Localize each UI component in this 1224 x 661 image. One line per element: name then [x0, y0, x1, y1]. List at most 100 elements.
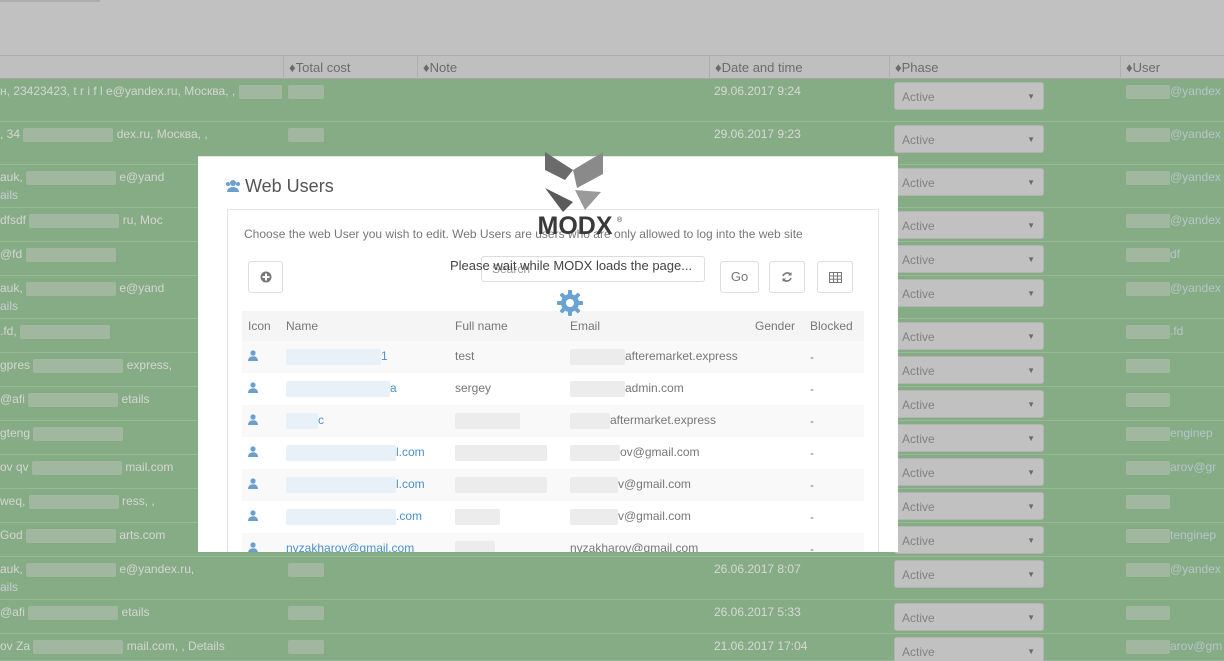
- add-user-button[interactable]: [248, 261, 283, 293]
- phase-select[interactable]: Active ▼: [894, 82, 1044, 110]
- user-email-cell: ov@gmail.com: [564, 437, 749, 469]
- user-row[interactable]: nyzakharov@gmail.com nyzakharov@gmail.com…: [242, 533, 864, 552]
- redacted-block: [28, 392, 119, 407]
- phase-select[interactable]: Active ▼: [894, 603, 1044, 631]
- table-header-row: Icon Name Full name Email Gender Blocked: [242, 311, 864, 341]
- th-gender[interactable]: Gender: [749, 311, 804, 341]
- th-full-name[interactable]: Full name: [449, 311, 564, 341]
- phase-select[interactable]: Active ▼: [894, 125, 1044, 153]
- phase-select[interactable]: Active ▼: [894, 168, 1044, 196]
- th-name[interactable]: Name: [280, 311, 449, 341]
- order-row[interactable]: auk, e@yandex.ru, ails 26.06.2017 8:07 Acti…: [0, 557, 1224, 600]
- redacted-block: [32, 460, 123, 475]
- chevron-down-icon: ▼: [1027, 536, 1035, 545]
- user-email: v@gmail.com: [618, 509, 691, 524]
- user-cell: @yandex: [1126, 84, 1224, 99]
- column-total-cost[interactable]: ♦Total cost: [283, 56, 417, 79]
- th-email[interactable]: Email: [564, 311, 749, 341]
- user-name-link[interactable]: nyzakharov@gmail.com: [286, 541, 414, 552]
- user-email: aftermarket.express: [610, 413, 717, 428]
- user-icon: [248, 478, 258, 489]
- phase-select[interactable]: Active ▼: [894, 322, 1044, 350]
- phase-value: Active: [902, 568, 935, 582]
- user-name-cell[interactable]: .com: [280, 501, 449, 533]
- redacted-block: [1126, 426, 1170, 441]
- user-name-link[interactable]: 1: [381, 349, 388, 363]
- gear-spinner-icon: [557, 290, 583, 316]
- user-row[interactable]: a sergey admin.com -: [242, 373, 864, 405]
- phase-select[interactable]: Active ▼: [894, 356, 1044, 384]
- user-name-link[interactable]: l.com: [396, 477, 425, 491]
- user-cell: [1126, 605, 1224, 620]
- phase-select[interactable]: Active ▼: [894, 492, 1044, 520]
- user-text: @yandex: [1170, 84, 1221, 98]
- phase-value: Active: [902, 611, 935, 625]
- user-icon-cell: [242, 501, 280, 533]
- orders-table-header: ♦Total cost ♦Note ♦Date and time ♦Phase …: [0, 56, 1224, 79]
- tab-edge: [0, 0, 100, 2]
- user-gender-cell: [749, 469, 804, 501]
- user-name-cell[interactable]: l.com: [280, 437, 449, 469]
- user-row[interactable]: c aftermarket.express -: [242, 405, 864, 437]
- redacted-block: [1126, 281, 1170, 296]
- order-row[interactable]: ov Za mail.com, , Details 21.06.2017 17:0…: [0, 634, 1224, 661]
- redacted-block: [1126, 358, 1170, 373]
- phase-select[interactable]: Active ▼: [894, 526, 1044, 554]
- customer-text: ov Za: [0, 639, 31, 653]
- user-name-cell[interactable]: nyzakharov@gmail.com: [280, 533, 449, 552]
- chevron-down-icon: ▼: [1027, 366, 1035, 375]
- phase-select[interactable]: Active ▼: [894, 424, 1044, 452]
- user-name-link[interactable]: .com: [396, 509, 422, 523]
- user-text: arov@gr: [1170, 460, 1217, 474]
- column-phase[interactable]: ♦Phase: [889, 56, 1120, 79]
- user-name-cell[interactable]: l.com: [280, 469, 449, 501]
- phase-select[interactable]: Active ▼: [894, 458, 1044, 486]
- grid-view-button[interactable]: [817, 261, 853, 293]
- chevron-down-icon: ▼: [1027, 647, 1035, 656]
- column-note[interactable]: ♦Note: [417, 56, 709, 79]
- column-user[interactable]: ♦User: [1120, 56, 1224, 79]
- user-name-link[interactable]: l.com: [396, 445, 425, 459]
- user-row[interactable]: 1 test afteremarket.express -: [242, 341, 864, 373]
- order-row[interactable]: н, 23423423, t r i f l e@yandex.ru, Моск…: [0, 79, 1224, 122]
- customer-cell: ov Za mail.com, , Details: [0, 639, 282, 657]
- user-text: @yandex: [1170, 213, 1221, 227]
- phase-select[interactable]: Active ▼: [894, 245, 1044, 273]
- redacted-block: [286, 445, 396, 461]
- user-row[interactable]: l.com ov@gmail.com -: [242, 437, 864, 469]
- user-name-link[interactable]: a: [390, 381, 397, 395]
- user-text: tenginep: [1170, 528, 1217, 542]
- user-email-cell: afteremarket.express: [564, 341, 749, 373]
- customer-text-end: express,: [126, 358, 173, 372]
- modx-logo: MODX ®: [538, 152, 623, 240]
- phase-select[interactable]: Active ▼: [894, 211, 1044, 239]
- user-email: admin.com: [625, 381, 684, 396]
- user-name-cell[interactable]: 1: [280, 341, 449, 373]
- user-name-cell[interactable]: a: [280, 373, 449, 405]
- phase-select[interactable]: Active ▼: [894, 279, 1044, 307]
- order-row[interactable]: @afi etails 26.06.2017 5:33 Active ▼: [0, 600, 1224, 634]
- user-row[interactable]: .com v@gmail.com -: [242, 501, 864, 533]
- column-date[interactable]: ♦Date and time: [709, 56, 889, 79]
- user-email-cell: admin.com: [564, 373, 749, 405]
- th-icon[interactable]: Icon: [242, 311, 280, 341]
- refresh-button[interactable]: [769, 261, 805, 293]
- plus-circle-icon: [260, 271, 271, 283]
- chevron-down-icon: ▼: [1027, 502, 1035, 511]
- chevron-down-icon: ▼: [1027, 332, 1035, 341]
- user-name-link[interactable]: c: [318, 413, 324, 427]
- user-text: enginep: [1170, 426, 1213, 440]
- th-blocked[interactable]: Blocked: [804, 311, 864, 341]
- customer-text: weq,: [0, 494, 26, 508]
- phase-value: Active: [902, 398, 935, 412]
- phase-select[interactable]: Active ▼: [894, 390, 1044, 418]
- go-button[interactable]: Go: [720, 261, 759, 293]
- customer-text: .fd,: [0, 324, 17, 338]
- panel-description: Choose the web User you wish to edit. We…: [244, 227, 803, 241]
- user-row[interactable]: l.com v@gmail.com -: [242, 469, 864, 501]
- phase-select[interactable]: Active ▼: [894, 560, 1044, 588]
- phase-select[interactable]: Active ▼: [894, 637, 1044, 661]
- details-link[interactable]: ails: [0, 580, 282, 594]
- user-name-cell[interactable]: c: [280, 405, 449, 437]
- phase-value: Active: [902, 534, 935, 548]
